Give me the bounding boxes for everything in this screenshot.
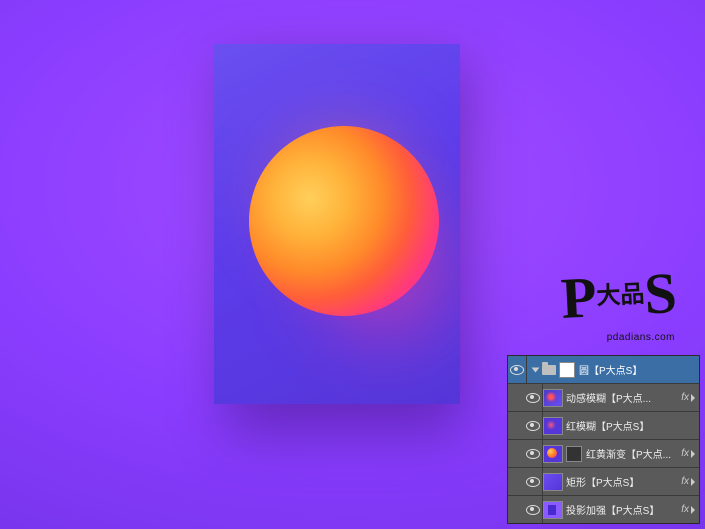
layer-label[interactable]: 动感模糊【P大点...	[566, 390, 679, 405]
eye-icon	[526, 477, 540, 487]
layers-panel[interactable]: 圆【P大点S】 动感模糊【P大点... fx 红模糊【P大点S】 红黄渐变【P大…	[507, 355, 700, 524]
gradient-circle	[249, 126, 439, 316]
eye-icon	[526, 449, 540, 459]
layer-label[interactable]: 红黄渐变【P大点...	[586, 446, 679, 461]
eye-icon	[526, 505, 540, 515]
visibility-toggle[interactable]	[524, 468, 543, 495]
fx-badge[interactable]: fx	[681, 448, 689, 459]
fx-caret-icon[interactable]	[691, 478, 695, 486]
layer-label[interactable]: 红模糊【P大点S】	[566, 418, 699, 433]
watermark-url: pdadians.com	[607, 332, 675, 343]
eye-icon	[510, 365, 524, 375]
group-label[interactable]: 圆【P大点S】	[579, 362, 699, 377]
layer-thumb[interactable]	[543, 445, 563, 463]
visibility-toggle[interactable]	[508, 356, 527, 383]
layer-row[interactable]: 红黄渐变【P大点... fx	[508, 440, 699, 468]
layer-mask-thumb[interactable]	[566, 446, 582, 462]
poster-artwork	[214, 44, 460, 404]
watermark-accent: 大品	[596, 282, 645, 310]
layer-row[interactable]: 动感模糊【P大点... fx	[508, 384, 699, 412]
layer-label[interactable]: 矩形【P大点S】	[566, 474, 679, 489]
visibility-toggle[interactable]	[524, 412, 543, 439]
visibility-toggle[interactable]	[524, 440, 543, 467]
fx-badge[interactable]: fx	[681, 392, 689, 403]
eye-icon	[526, 421, 540, 431]
layer-row[interactable]: 红模糊【P大点S】	[508, 412, 699, 440]
fx-badge[interactable]: fx	[681, 476, 689, 487]
visibility-toggle[interactable]	[524, 496, 543, 523]
fx-badge[interactable]: fx	[681, 504, 689, 515]
layer-row[interactable]: 矩形【P大点S】 fx	[508, 468, 699, 496]
watermark-logo: P大品S	[560, 267, 678, 325]
disclosure-triangle-icon[interactable]	[532, 367, 540, 372]
layer-thumb[interactable]	[543, 501, 563, 519]
fx-caret-icon[interactable]	[691, 394, 695, 402]
layer-thumb[interactable]	[543, 417, 563, 435]
eye-icon	[526, 393, 540, 403]
layer-row[interactable]: 投影加强【P大点S】 fx	[508, 496, 699, 523]
visibility-toggle[interactable]	[524, 384, 543, 411]
layer-group-row[interactable]: 圆【P大点S】	[508, 356, 699, 384]
fx-caret-icon[interactable]	[691, 450, 695, 458]
folder-icon	[542, 365, 556, 375]
layer-mask-thumb[interactable]	[559, 362, 575, 378]
fx-caret-icon[interactable]	[691, 506, 695, 514]
layer-thumb[interactable]	[543, 389, 563, 407]
watermark-p: P	[560, 264, 599, 331]
layer-label[interactable]: 投影加强【P大点S】	[566, 502, 679, 517]
layer-thumb[interactable]	[543, 473, 563, 491]
watermark-s: S	[643, 260, 679, 327]
